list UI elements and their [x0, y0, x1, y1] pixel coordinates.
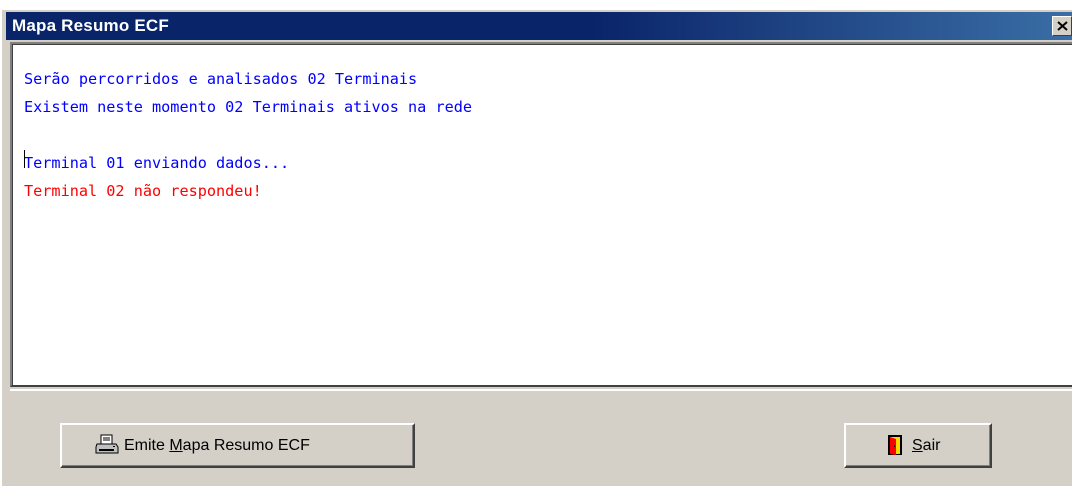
emite-mapa-resumo-button[interactable]: Emite Mapa Resumo ECF [60, 423, 415, 468]
text-caret [24, 150, 25, 168]
log-line: Terminal 01 enviando dados... [24, 154, 290, 172]
log-line-error: Terminal 02 não respondeu! [24, 182, 262, 200]
button-panel: Emite Mapa Resumo ECF Sair [10, 389, 1072, 486]
sair-button-label: Sair [912, 437, 941, 454]
title-bar[interactable]: Mapa Resumo ECF [6, 12, 1072, 40]
log-output[interactable]: Serão percorridos e analisados 02 Termin… [10, 42, 1072, 387]
close-icon [1057, 21, 1068, 31]
sair-button[interactable]: Sair [844, 423, 992, 468]
printer-icon [95, 434, 119, 454]
log-line: Serão percorridos e analisados 02 Termin… [24, 70, 418, 88]
exit-door-icon [888, 435, 902, 455]
log-line: Existem neste momento 02 Terminais ativo… [24, 98, 473, 116]
window-title: Mapa Resumo ECF [12, 16, 169, 35]
emite-button-label: Emite Mapa Resumo ECF [124, 437, 310, 454]
close-button[interactable] [1052, 16, 1072, 36]
